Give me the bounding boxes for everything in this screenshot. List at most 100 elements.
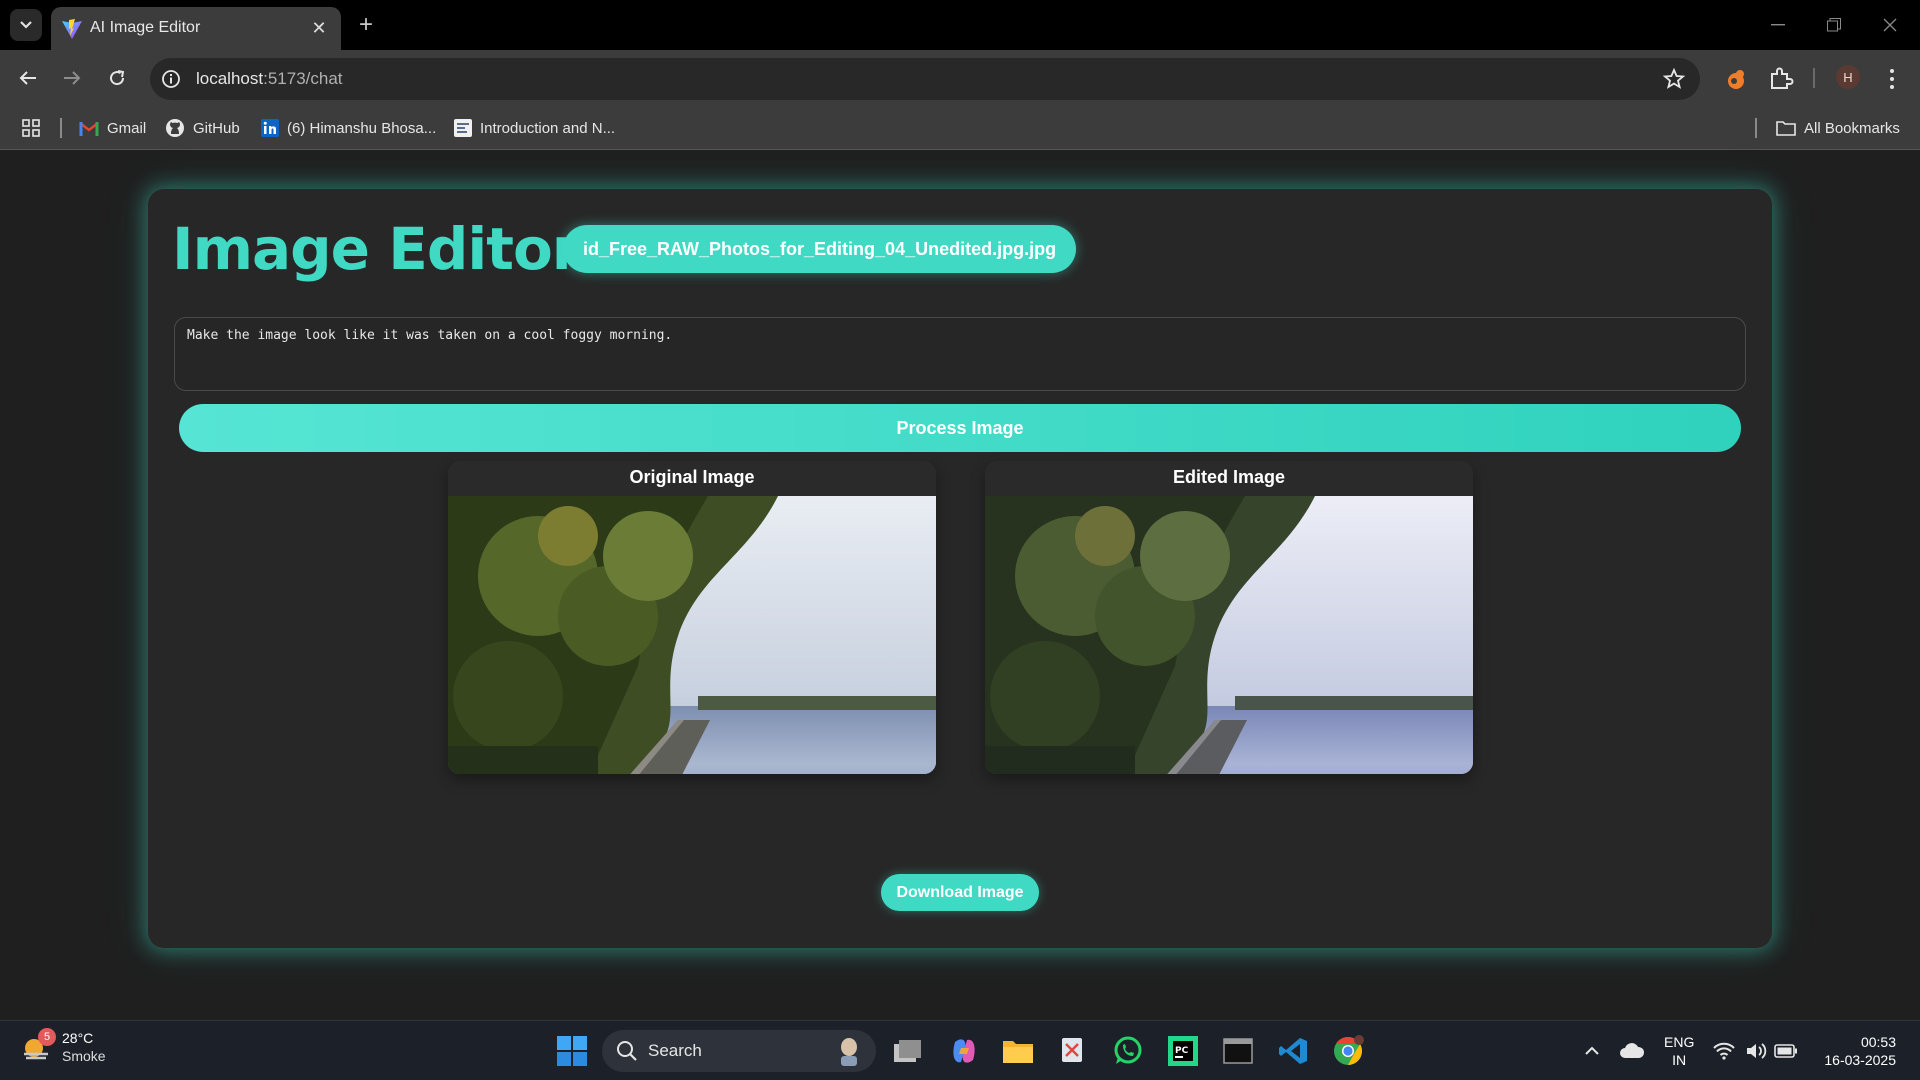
bookmark-gmail[interactable]: Gmail — [79, 116, 146, 140]
download-image-button[interactable]: Download Image — [881, 874, 1039, 911]
arrow-right-icon — [64, 71, 81, 85]
weather-badge: 5 — [38, 1028, 56, 1046]
editor-card: Image Editor id_Free_RAW_Photos_for_Edit… — [148, 189, 1772, 948]
task-view-button[interactable] — [890, 1033, 926, 1069]
bookmark-introduction[interactable]: Introduction and N... — [454, 116, 615, 140]
bookmark-divider — [1755, 118, 1757, 138]
onedrive-button[interactable] — [1614, 1033, 1650, 1069]
weather-widget[interactable]: 5 28°C Smoke — [20, 1028, 106, 1065]
edited-image — [985, 496, 1473, 774]
profile-avatar[interactable]: H — [1836, 65, 1860, 89]
weather-text: 28°C Smoke — [62, 1029, 106, 1065]
folder-icon — [1776, 121, 1796, 136]
url-path: :5173/chat — [263, 69, 343, 88]
input-language[interactable]: ENG IN — [1664, 1033, 1694, 1069]
tab-title: AI Image Editor — [90, 19, 201, 36]
clock-date: 16-03-2025 — [1824, 1052, 1896, 1068]
battery-icon — [1774, 1044, 1797, 1058]
vscode-button[interactable] — [1275, 1033, 1311, 1069]
whatsapp-button[interactable] — [1110, 1033, 1146, 1069]
forward-button[interactable] — [56, 62, 88, 94]
arrow-left-icon — [19, 71, 36, 85]
cloud-icon — [1620, 1043, 1645, 1058]
original-image-title: Original Image — [629, 467, 755, 487]
new-tab-button[interactable]: + — [353, 11, 379, 38]
browser-toolbar: localhost:5173/chat H — [0, 50, 1920, 106]
vscode-icon — [1279, 1038, 1307, 1064]
process-image-button[interactable]: Process Image — [179, 404, 1741, 452]
all-bookmarks-button[interactable]: All Bookmarks — [1776, 116, 1900, 140]
close-tab-icon[interactable]: ✕ — [307, 16, 331, 40]
svg-text:PC: PC — [1175, 1046, 1189, 1056]
extension-fire-icon[interactable] — [1723, 66, 1749, 92]
doc-icon — [454, 119, 472, 137]
page-title: Image Editor — [172, 215, 580, 283]
pycharm-button[interactable]: PC — [1165, 1033, 1201, 1069]
wifi-icon — [1713, 1042, 1735, 1060]
gmail-icon — [79, 121, 99, 136]
weather-condition: Smoke — [62, 1048, 106, 1064]
close-icon — [1883, 18, 1897, 32]
minimize-icon — [1771, 24, 1785, 26]
extensions-puzzle-icon[interactable] — [1768, 66, 1794, 92]
url-text[interactable]: localhost:5173/chat — [196, 69, 343, 89]
language-code: ENG — [1664, 1034, 1695, 1050]
search-label: Search — [648, 1041, 702, 1060]
snipping-tool-button[interactable] — [1055, 1033, 1091, 1069]
bookmark-label: GitHub — [193, 119, 240, 137]
bookmark-github[interactable]: GitHub — [165, 116, 240, 140]
bookmark-label: Introduction and N... — [480, 119, 616, 137]
site-info-icon[interactable] — [160, 68, 182, 90]
restore-button[interactable] — [1816, 10, 1852, 40]
wifi-button[interactable] — [1706, 1033, 1742, 1069]
chevron-down-icon — [20, 21, 32, 29]
reload-icon — [110, 70, 125, 86]
reload-button[interactable] — [101, 62, 133, 94]
original-image-panel: Original Image — [448, 461, 936, 774]
copilot-button[interactable] — [946, 1033, 982, 1069]
bookmark-divider — [60, 118, 62, 138]
bookmarks-bar: Gmail GitHub (6) Himanshu Bhosa... Intro… — [0, 106, 1920, 150]
minimize-button[interactable] — [1760, 10, 1796, 40]
chrome-button[interactable] — [1330, 1033, 1366, 1069]
volume-icon — [1747, 1043, 1767, 1059]
edited-image-panel: Edited Image — [985, 461, 1473, 774]
prompt-textarea[interactable]: Make the image look like it was taken on… — [174, 317, 1746, 391]
browser-tab[interactable]: AI Image Editor ✕ — [51, 7, 341, 50]
pycharm-icon: PC — [1168, 1036, 1198, 1066]
chevron-up-icon — [1585, 1046, 1599, 1055]
clock-time: 00:53 — [1860, 1034, 1896, 1050]
tab-strip: AI Image Editor ✕ + — [0, 0, 1920, 50]
windows-start-icon[interactable] — [556, 1035, 588, 1067]
temperature: 28°C — [62, 1030, 94, 1046]
task-view-icon — [894, 1040, 921, 1062]
lake-dock-photo-foggy — [985, 496, 1473, 774]
apps-grid-icon — [22, 119, 40, 137]
address-bar[interactable]: localhost:5173/chat — [150, 58, 1700, 100]
file-explorer-button[interactable] — [1000, 1033, 1036, 1069]
close-window-button[interactable] — [1872, 10, 1908, 40]
linkedin-icon — [261, 119, 279, 137]
show-hidden-icons-button[interactable] — [1574, 1033, 1610, 1069]
terminal-button[interactable] — [1220, 1033, 1256, 1069]
region-code: IN — [1672, 1052, 1687, 1068]
weather-smoke-icon: 5 — [20, 1028, 56, 1064]
snipping-tool-icon — [1062, 1038, 1082, 1062]
bookmark-linkedin[interactable]: (6) Himanshu Bhosa... — [261, 116, 436, 140]
battery-button[interactable] — [1768, 1033, 1804, 1069]
system-clock[interactable]: 00:53 16-03-2025 — [1814, 1033, 1896, 1069]
github-icon — [166, 119, 184, 137]
bookmark-star-icon[interactable] — [1662, 67, 1686, 91]
more-menu-icon[interactable] — [1882, 67, 1902, 91]
bookmark-label: (6) Himanshu Bhosa... — [287, 119, 437, 137]
filename-chip[interactable]: id_Free_RAW_Photos_for_Editing_04_Unedit… — [563, 225, 1077, 273]
apps-button[interactable] — [22, 116, 40, 140]
restore-icon — [1827, 18, 1841, 32]
back-button[interactable] — [12, 62, 44, 94]
taskbar-search[interactable]: Search — [602, 1030, 876, 1072]
url-host: localhost — [196, 69, 264, 88]
copilot-icon — [953, 1039, 975, 1063]
lake-dock-photo — [448, 496, 936, 774]
tab-search-button[interactable] — [10, 9, 42, 41]
search-highlight-icon — [841, 1038, 857, 1066]
